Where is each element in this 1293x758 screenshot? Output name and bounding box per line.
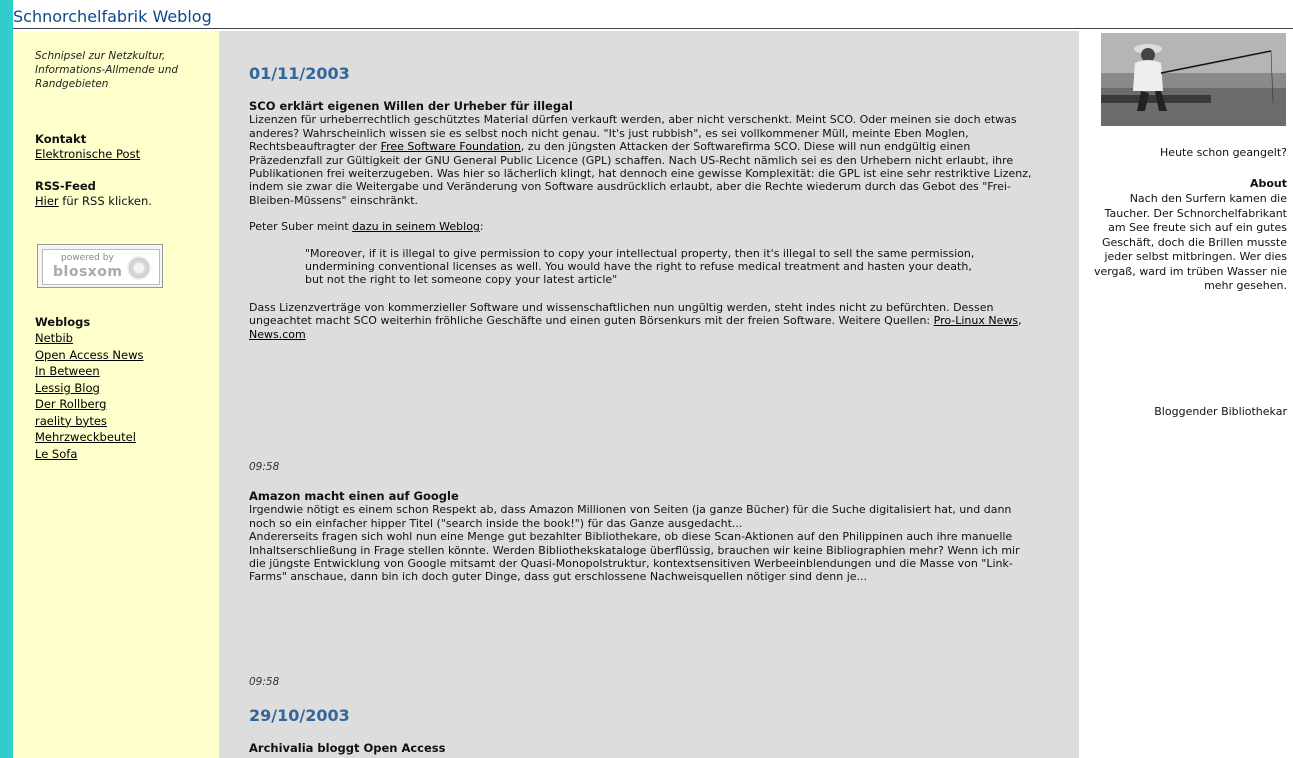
weblog-link-mehrzweckbeutel[interactable]: Mehrzweckbeutel bbox=[35, 429, 215, 446]
rss-text: für RSS klicken. bbox=[58, 194, 152, 208]
right-sidebar: Heute schon geangelt? About Nach den Sur… bbox=[1079, 31, 1293, 758]
post-title: Amazon macht einen auf Google bbox=[249, 489, 459, 503]
post-paragraph: Andererseits fragen sich wohl nun eine M… bbox=[249, 530, 1020, 584]
site-tagline: Schnipsel zur Netzkultur, Informations-A… bbox=[35, 50, 179, 90]
post-paragraph: Irgendwie nötigt es einem schon Respekt … bbox=[249, 503, 1012, 530]
post-archivalia: Archivalia bloggt Open Access bbox=[249, 741, 1039, 755]
post-paragraph: Lizenzen für urheberrechtlich geschützte… bbox=[249, 113, 1039, 207]
badge-blosxom: blosxom bbox=[53, 264, 123, 280]
angler-photo bbox=[1101, 33, 1286, 126]
date-heading: 29/10/2003 bbox=[249, 706, 350, 725]
contact-section: Kontakt Elektronische Post bbox=[35, 132, 215, 162]
fsf-link[interactable]: Free Software Foundation bbox=[381, 140, 521, 153]
post-paragraph: Peter Suber meint dazu in seinem Weblog: bbox=[249, 220, 1039, 233]
post-text: , bbox=[1018, 314, 1022, 328]
email-link[interactable]: Elektronische Post bbox=[35, 147, 140, 161]
weblogs-heading: Weblogs bbox=[35, 315, 91, 329]
weblog-link-le-sofa[interactable]: Le Sofa bbox=[35, 446, 215, 463]
rss-link[interactable]: Hier bbox=[35, 194, 59, 208]
post-amazon: Amazon macht einen auf Google Irgendwie … bbox=[249, 489, 1039, 584]
weblog-link-netbib[interactable]: Netbib bbox=[35, 330, 215, 347]
blosxom-badge[interactable]: powered by blosxom bbox=[37, 244, 163, 288]
post-sco: SCO erklärt eigenen Willen der Urheber f… bbox=[249, 99, 1039, 341]
author-signature: Bloggender Bibliothekar bbox=[1154, 405, 1287, 418]
site-title: Schnorchelfabrik Weblog bbox=[13, 6, 1293, 29]
gear-icon bbox=[127, 256, 151, 280]
main-content: 01/11/2003 SCO erklärt eigenen Willen de… bbox=[219, 31, 1079, 758]
suber-weblog-link[interactable]: dazu in seinem Weblog bbox=[352, 220, 480, 233]
weblogs-list: Netbib Open Access News In Between Lessi… bbox=[35, 330, 215, 462]
page: Schnorchelfabrik Weblog Schnipsel zur Ne… bbox=[13, 0, 1293, 758]
weblog-link-in-between[interactable]: In Between bbox=[35, 363, 215, 380]
post-time: 09:58 bbox=[249, 676, 280, 688]
badge-powered-by: powered by bbox=[61, 253, 114, 263]
weblog-link-der-rollberg[interactable]: Der Rollberg bbox=[35, 396, 215, 413]
post-text: Dass Lizenzverträge von kommerzieller So… bbox=[249, 300, 994, 328]
news-com-link[interactable]: News.com bbox=[249, 328, 306, 341]
post-paragraph: Dass Lizenzverträge von kommerzieller So… bbox=[249, 301, 1039, 341]
post-title: Archivalia bloggt Open Access bbox=[249, 741, 446, 755]
weblog-link-open-access-news[interactable]: Open Access News bbox=[35, 347, 215, 364]
date-heading: 01/11/2003 bbox=[249, 64, 350, 83]
contact-heading: Kontakt bbox=[35, 132, 87, 146]
angler-image-icon bbox=[1101, 33, 1286, 126]
photo-caption: Heute schon geangelt? bbox=[1160, 146, 1287, 159]
left-sidebar: Schnipsel zur Netzkultur, Informations-A… bbox=[13, 31, 219, 758]
rss-heading: RSS-Feed bbox=[35, 179, 96, 193]
weblog-link-lessig-blog[interactable]: Lessig Blog bbox=[35, 380, 215, 397]
about-heading: About bbox=[1249, 177, 1287, 190]
post-time: 09:58 bbox=[249, 461, 280, 473]
about-text: Nach den Surfern kamen die Taucher. Der … bbox=[1093, 192, 1287, 292]
weblog-link-raelity-bytes[interactable]: raelity bytes bbox=[35, 413, 215, 430]
quote-block: "Moreover, if it is illegal to give perm… bbox=[305, 246, 975, 287]
weblogs-section: Weblogs Netbib Open Access News In Betwe… bbox=[35, 315, 215, 462]
post-text: Peter Suber meint bbox=[249, 220, 353, 234]
rss-section: RSS-Feed Hier für RSS klicken. bbox=[35, 179, 215, 209]
pro-linux-link[interactable]: Pro-Linux News bbox=[934, 314, 1018, 327]
post-text: : bbox=[479, 220, 484, 234]
badge-inner: powered by blosxom bbox=[42, 249, 160, 285]
post-title: SCO erklärt eigenen Willen der Urheber f… bbox=[249, 99, 573, 113]
